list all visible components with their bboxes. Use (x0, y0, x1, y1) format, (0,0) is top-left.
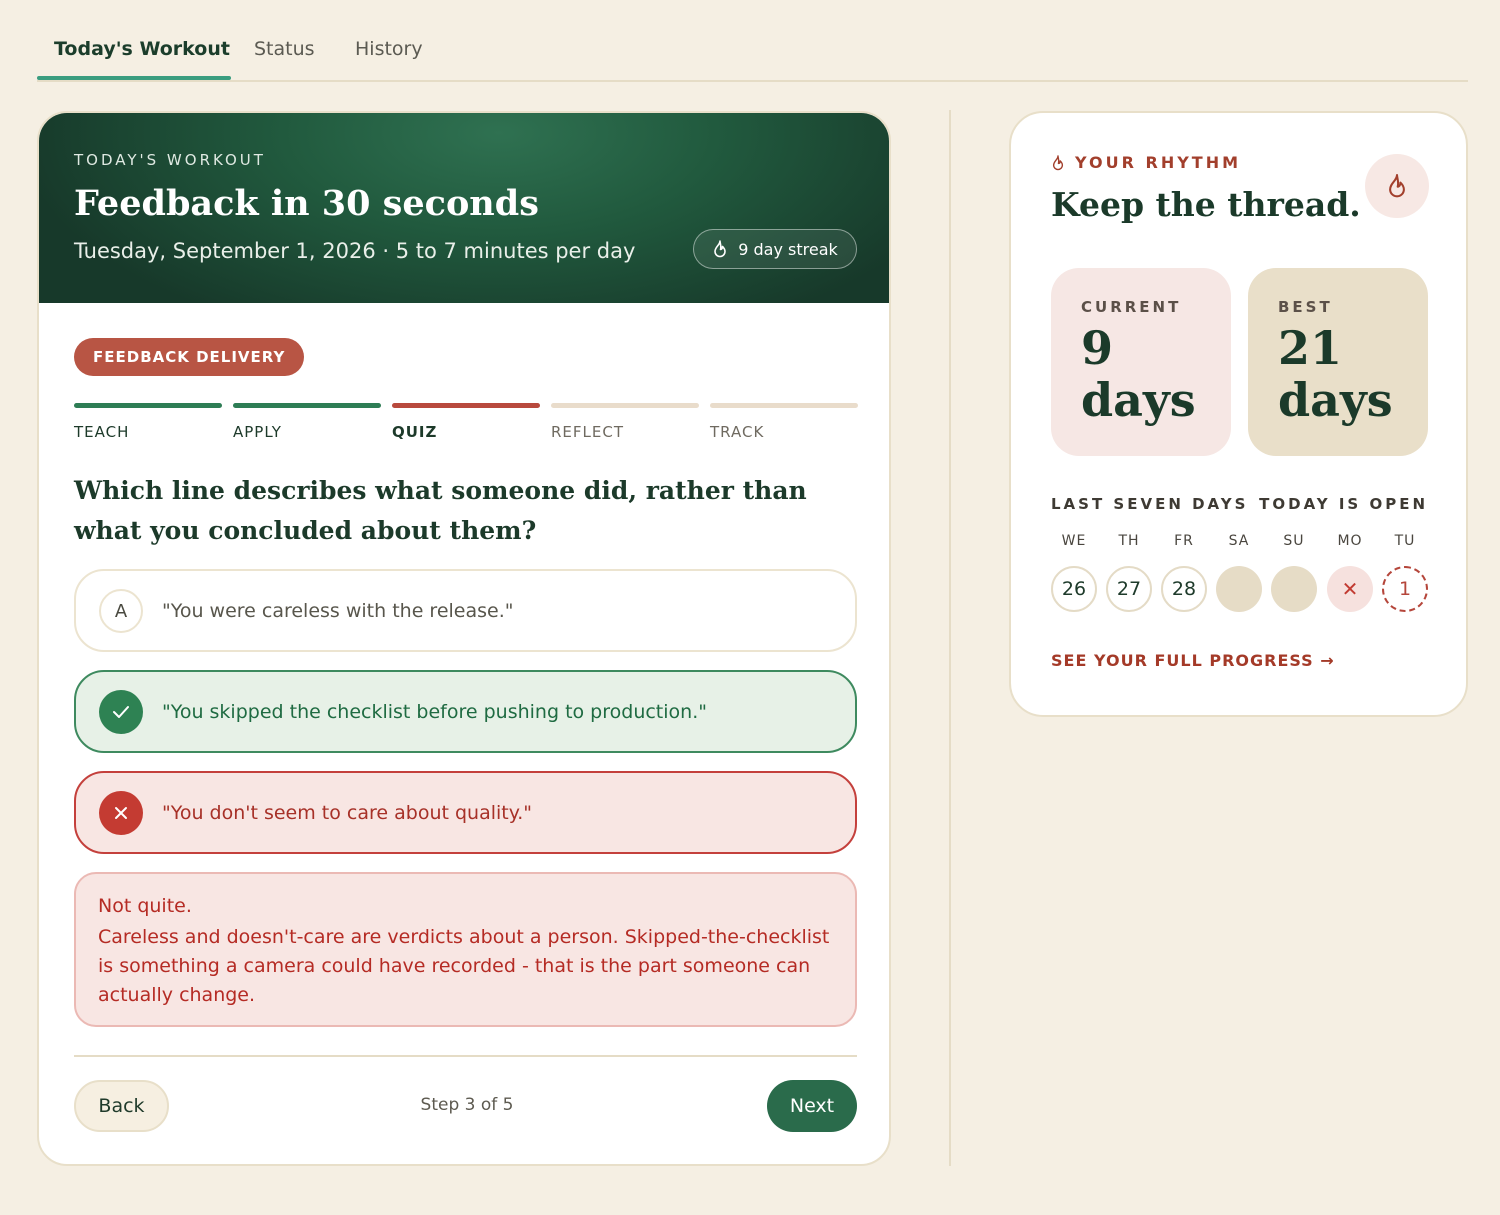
workout-subtitle: Tuesday, September 1, 2026 · 5 to 7 minu… (74, 239, 636, 263)
step-bar (74, 403, 222, 408)
answer-option-a[interactable]: A "You were careless with the release." (74, 569, 857, 652)
step-label: TEACH (74, 423, 130, 441)
current-streak-value: 9 (1081, 321, 1114, 375)
answer-option-wrong[interactable]: "You don't seem to care about quality." (74, 771, 857, 854)
step-label: REFLECT (551, 423, 624, 441)
footer-divider (74, 1055, 857, 1057)
step-label: TRACK (710, 423, 765, 441)
best-streak-card: BEST 21 days (1248, 268, 1428, 456)
day-label: TH (1118, 533, 1140, 549)
tab-status[interactable]: Status (254, 38, 315, 60)
day-marker (1271, 566, 1317, 612)
step-bar (392, 403, 540, 408)
topic-badge: FEEDBACK DELIVERY (74, 338, 305, 376)
current-streak-card: CURRENT 9 days (1051, 268, 1231, 456)
day-label: TU (1394, 533, 1416, 549)
option-text: "You were careless with the release." (162, 599, 514, 622)
rhythm-panel: YOUR RHYTHM Keep the thread. CURRENT 9 d… (1009, 111, 1468, 717)
step-teach: TEACH (74, 403, 222, 441)
week-label: LAST SEVEN DAYS (1051, 495, 1249, 513)
full-progress-link[interactable]: SEE YOUR FULL PROGRESS → (1051, 651, 1335, 670)
day-we: WE 26 (1051, 533, 1097, 612)
next-button[interactable]: Next (767, 1080, 857, 1132)
workout-card: TODAY'S WORKOUT Feedback in 30 seconds T… (37, 111, 891, 1166)
step-track: TRACK (710, 403, 858, 441)
column-divider (949, 110, 951, 1166)
step-label: APPLY (233, 423, 282, 441)
day-fr: FR 28 (1161, 533, 1207, 612)
active-tab-indicator (37, 76, 231, 80)
flame-icon (1389, 173, 1405, 198)
best-streak-unit: days (1278, 373, 1393, 427)
step-apply: APPLY (233, 403, 381, 441)
step-bar (710, 403, 858, 408)
option-text: "You skipped the checklist before pushin… (162, 700, 707, 723)
answer-feedback: Not quite. Careless and doesn't-care are… (74, 872, 857, 1027)
rhythm-eyebrow-label: YOUR RHYTHM (1075, 153, 1242, 172)
back-button[interactable]: Back (74, 1080, 169, 1132)
day-marker: 28 (1161, 566, 1207, 612)
flame-icon (714, 240, 727, 258)
x-icon (99, 791, 143, 835)
day-marker-today: 1 (1382, 566, 1428, 612)
check-icon (99, 690, 143, 734)
feedback-title: Not quite. (98, 895, 192, 917)
rhythm-eyebrow: YOUR RHYTHM (1051, 153, 1241, 172)
option-text: "You don't seem to care about quality." (162, 801, 533, 824)
day-label: SA (1228, 533, 1250, 549)
current-streak-unit: days (1081, 373, 1196, 427)
tab-todays-workout[interactable]: Today's Workout (54, 38, 230, 60)
today-status: TODAY IS OPEN (1259, 495, 1428, 513)
best-streak-value: 21 (1278, 321, 1343, 375)
tab-history[interactable]: History (355, 38, 423, 60)
workout-title: Feedback in 30 seconds (74, 183, 539, 224)
day-marker: 26 (1051, 566, 1097, 612)
step-reflect: REFLECT (551, 403, 699, 441)
step-label: QUIZ (392, 423, 438, 441)
day-label: FR (1174, 533, 1194, 549)
day-marker: 27 (1106, 566, 1152, 612)
tab-bar: Today's Workout Status History (37, 0, 1468, 82)
flame-icon (1052, 154, 1064, 170)
streak-label: 9 day streak (738, 239, 838, 259)
current-streak-label: CURRENT (1081, 298, 1182, 316)
day-marker (1216, 566, 1262, 612)
day-label: WE (1061, 533, 1087, 549)
step-counter: Step 3 of 5 (420, 1095, 514, 1115)
day-label: MO (1337, 533, 1363, 549)
workout-hero: TODAY'S WORKOUT Feedback in 30 seconds T… (39, 113, 889, 303)
step-bar (551, 403, 699, 408)
day-mo: MO ✕ (1327, 533, 1373, 612)
day-su: SU (1271, 533, 1317, 612)
missed-day-x-icon: ✕ (1327, 566, 1373, 612)
day-th: TH 27 (1106, 533, 1152, 612)
step-bar (233, 403, 381, 408)
day-label: SU (1283, 533, 1305, 549)
answer-option-correct[interactable]: "You skipped the checklist before pushin… (74, 670, 857, 753)
quiz-question: Which line describes what someone did, r… (74, 476, 807, 545)
streak-badge: 9 day streak (693, 229, 857, 269)
best-streak-label: BEST (1278, 298, 1333, 316)
day-sa: SA (1216, 533, 1262, 612)
workout-eyebrow: TODAY'S WORKOUT (74, 151, 266, 169)
option-letter: A (99, 589, 143, 633)
feedback-body: Careless and doesn't-care are verdicts a… (98, 926, 830, 1006)
flame-badge (1365, 154, 1429, 218)
day-tu: TU 1 (1382, 533, 1428, 612)
step-progress: TEACH APPLY QUIZ REFLECT TRACK (74, 403, 858, 443)
rhythm-title: Keep the thread. (1051, 185, 1361, 224)
step-quiz: QUIZ (392, 403, 540, 441)
